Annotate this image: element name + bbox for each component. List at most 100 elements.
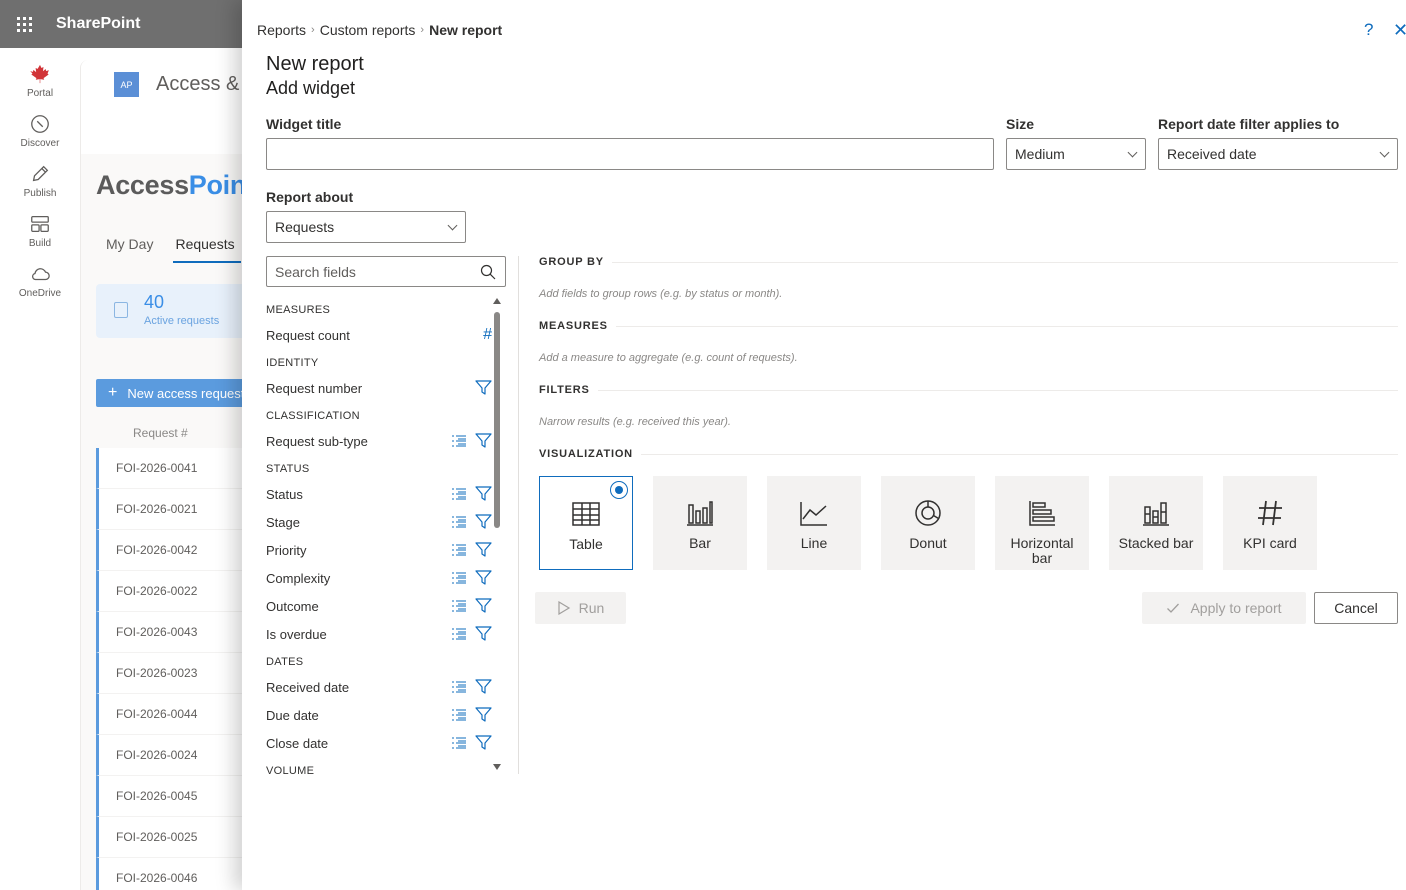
field-group-heading: DATES: [266, 656, 304, 668]
viz-option-horizontal-bar[interactable]: Horizontal bar: [995, 476, 1089, 570]
table-row[interactable]: FOI-2026-0045: [96, 776, 266, 817]
field-label: Is overdue: [266, 626, 327, 642]
table-row[interactable]: FOI-2026-0024: [96, 735, 266, 776]
appbar-item-build[interactable]: Build: [0, 206, 80, 256]
field-item[interactable]: Request number: [266, 374, 492, 402]
appbar-item-publish[interactable]: Publish: [0, 156, 80, 206]
list-icon[interactable]: [451, 570, 467, 586]
filter-icon[interactable]: [475, 706, 492, 723]
filter-icon[interactable]: [475, 485, 492, 502]
table-row[interactable]: FOI-2026-0025: [96, 817, 266, 858]
appbar-item-portal[interactable]: Portal: [0, 56, 80, 106]
field-item[interactable]: Request count #: [266, 321, 492, 349]
viz-option-bar[interactable]: Bar: [653, 476, 747, 570]
table-row[interactable]: FOI-2026-0043: [96, 612, 266, 653]
list-icon[interactable]: [451, 514, 467, 530]
filter-icon[interactable]: [475, 569, 492, 586]
filter-icon[interactable]: [475, 513, 492, 530]
hash-icon: [1255, 499, 1285, 536]
hash-icon[interactable]: #: [483, 326, 492, 344]
column-header[interactable]: Request #: [133, 426, 188, 440]
filter-icon[interactable]: [475, 625, 492, 642]
viz-option-kpi-card[interactable]: KPI card: [1223, 476, 1317, 570]
table-row[interactable]: FOI-2026-0022: [96, 571, 266, 612]
field-item[interactable]: Due date: [266, 701, 492, 729]
list-icon[interactable]: [451, 542, 467, 558]
field-label: Request sub-type: [266, 433, 368, 449]
donut-chart-icon: [913, 499, 943, 536]
apply-to-report-button[interactable]: Apply to report: [1142, 592, 1306, 624]
field-actions: [451, 625, 492, 642]
page-tabs: My Day Requests: [106, 236, 241, 263]
suite-title[interactable]: SharePoint: [56, 15, 140, 33]
viz-option-label: Bar: [689, 535, 711, 551]
close-icon[interactable]: ✕: [1393, 20, 1406, 41]
list-icon[interactable]: [451, 707, 467, 723]
table-row[interactable]: FOI-2026-0021: [96, 489, 266, 530]
help-icon[interactable]: ?: [1364, 20, 1373, 40]
chevron-down-icon: [447, 220, 458, 231]
table-row[interactable]: FOI-2026-0044: [96, 694, 266, 735]
breadcrumb-reports[interactable]: Reports: [257, 22, 306, 38]
filter-icon[interactable]: [475, 678, 492, 695]
table-row[interactable]: FOI-2026-0041: [96, 448, 266, 489]
table-row[interactable]: FOI-2026-0046: [96, 858, 266, 890]
list-icon[interactable]: [451, 486, 467, 502]
viz-option-table[interactable]: Table: [539, 476, 633, 570]
field-item[interactable]: Request sub-type: [266, 427, 492, 455]
page-title: New report: [266, 53, 364, 75]
list-icon[interactable]: [451, 433, 467, 449]
scroll-up-arrow[interactable]: [493, 298, 501, 304]
tab-requests[interactable]: Requests: [173, 236, 241, 263]
field-item[interactable]: Complexity: [266, 564, 492, 592]
list-icon[interactable]: [451, 735, 467, 751]
scroll-down-arrow[interactable]: [493, 764, 501, 770]
field-label: Received date: [266, 679, 350, 695]
breadcrumb-custom-reports[interactable]: Custom reports: [320, 22, 416, 38]
field-group-heading: MEASURES: [266, 304, 331, 316]
filter-icon[interactable]: [475, 379, 492, 396]
size-dropdown[interactable]: Medium: [1006, 138, 1146, 170]
filters-hint[interactable]: Narrow results (e.g. received this year)…: [539, 416, 731, 428]
run-button[interactable]: Run: [535, 592, 626, 624]
viz-option-stacked-bar[interactable]: Stacked bar: [1109, 476, 1203, 570]
measures-hint[interactable]: Add a measure to aggregate (e.g. count o…: [539, 352, 798, 364]
cancel-button[interactable]: Cancel: [1314, 592, 1398, 624]
group-by-hint[interactable]: Add fields to group rows (e.g. by status…: [539, 288, 782, 300]
table-row[interactable]: FOI-2026-0023: [96, 653, 266, 694]
compass-icon: [31, 115, 49, 133]
search-fields-input[interactable]: Search fields: [266, 256, 506, 287]
table-row[interactable]: FOI-2026-0042: [96, 530, 266, 571]
field-item[interactable]: Close date: [266, 729, 492, 757]
viz-option-line[interactable]: Line: [767, 476, 861, 570]
field-item[interactable]: Status: [266, 480, 492, 508]
kpi-active-requests[interactable]: 40 Active requests: [96, 284, 256, 338]
date-filter-dropdown[interactable]: Received date: [1158, 138, 1398, 170]
filter-icon[interactable]: [475, 597, 492, 614]
plus-icon: +: [108, 384, 118, 401]
filter-icon[interactable]: [475, 734, 492, 751]
field-actions: [451, 597, 492, 614]
widget-title-input[interactable]: [266, 138, 994, 170]
field-item[interactable]: Priority: [266, 536, 492, 564]
report-about-value: Requests: [275, 219, 335, 235]
filter-icon[interactable]: [475, 432, 492, 449]
scrollbar-thumb[interactable]: [494, 312, 500, 528]
field-item[interactable]: Received date: [266, 673, 492, 701]
chevron-down-icon: [1379, 147, 1390, 158]
report-about-dropdown[interactable]: Requests: [266, 211, 466, 243]
field-item[interactable]: Stage: [266, 508, 492, 536]
field-item[interactable]: Outcome: [266, 592, 492, 620]
new-access-request-button[interactable]: + New access request: [96, 379, 266, 407]
appbar-item-onedrive[interactable]: OneDrive: [0, 256, 80, 306]
viz-option-donut[interactable]: Donut: [881, 476, 975, 570]
appbar-item-discover[interactable]: Discover: [0, 106, 80, 156]
list-icon[interactable]: [451, 626, 467, 642]
filter-icon[interactable]: [475, 541, 492, 558]
list-icon[interactable]: [451, 679, 467, 695]
checkmark-icon: [1167, 603, 1180, 613]
field-item[interactable]: Is overdue: [266, 620, 492, 648]
list-icon[interactable]: [451, 598, 467, 614]
tab-my-day[interactable]: My Day: [106, 236, 153, 252]
app-launcher-button[interactable]: [0, 0, 48, 48]
